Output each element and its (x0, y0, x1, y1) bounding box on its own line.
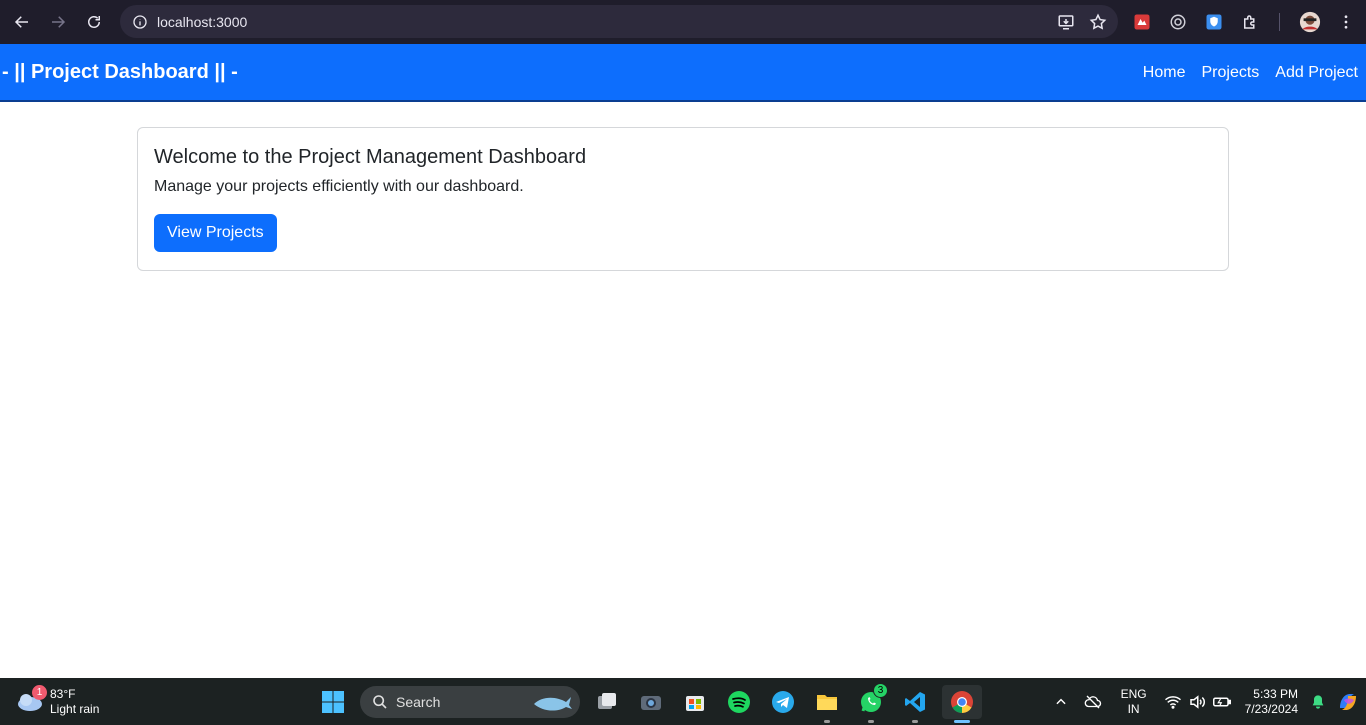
weather-badge: 1 (32, 684, 47, 700)
spotify-icon[interactable] (722, 685, 756, 719)
taskbar-search[interactable]: Search (360, 685, 580, 718)
extension-red-icon[interactable] (1130, 10, 1154, 34)
welcome-card: Welcome to the Project Management Dashbo… (137, 127, 1229, 271)
language-indicator[interactable]: ENG IN (1121, 687, 1147, 717)
whatsapp-icon[interactable]: 3 (854, 682, 888, 723)
system-clock[interactable]: 5:33 PM 7/23/2024 (1245, 687, 1298, 717)
url-text[interactable]: localhost:3000 (157, 14, 247, 30)
weather-widget[interactable]: 1 83°F Light rain (16, 678, 99, 725)
back-icon[interactable] (4, 4, 40, 40)
clock-time: 5:33 PM (1253, 686, 1298, 701)
nav-link-home[interactable]: Home (1143, 64, 1186, 82)
chevron-up-icon[interactable] (1047, 695, 1075, 709)
bookmark-star-icon[interactable] (1086, 10, 1110, 34)
running-indicator (868, 719, 874, 723)
search-highlight-icon (534, 696, 572, 711)
view-projects-button[interactable]: View Projects (154, 214, 277, 252)
forward-icon[interactable] (40, 4, 76, 40)
volume-icon[interactable] (1185, 693, 1209, 711)
reload-icon[interactable] (76, 4, 112, 40)
install-app-icon[interactable] (1054, 10, 1078, 34)
copilot-icon[interactable] (1330, 690, 1366, 714)
browser-menu-icon[interactable] (1334, 10, 1358, 34)
extension-target-icon[interactable] (1166, 10, 1190, 34)
running-indicator (824, 719, 830, 723)
language-secondary: IN (1127, 701, 1140, 716)
whatsapp-badge: 3 (873, 682, 888, 698)
extensions-puzzle-icon[interactable] (1238, 10, 1262, 34)
notification-bell-icon[interactable] (1306, 694, 1330, 710)
active-indicator (954, 719, 970, 723)
nav-link-projects[interactable]: Projects (1201, 64, 1259, 82)
taskbar-search-label: Search (396, 693, 441, 710)
navbar-brand[interactable]: - || Project Dashboard || - (2, 61, 238, 84)
telegram-icon[interactable] (766, 685, 800, 719)
clock-date: 7/23/2024 (1244, 701, 1298, 716)
camera-app-icon[interactable] (634, 685, 668, 719)
task-view-icon[interactable] (590, 685, 624, 719)
file-explorer-icon[interactable] (810, 685, 844, 723)
language-primary: ENG (1120, 686, 1147, 701)
address-bar[interactable]: localhost:3000 (120, 5, 1118, 38)
onedrive-offline-icon[interactable] (1075, 693, 1111, 711)
weather-cloud-icon: 1 (16, 684, 47, 713)
vscode-icon[interactable] (898, 685, 932, 723)
windows-start-icon[interactable] (316, 685, 350, 719)
profile-avatar[interactable] (1298, 10, 1322, 34)
running-indicator (912, 719, 918, 723)
chrome-icon[interactable] (942, 684, 982, 723)
extension-shield-icon[interactable] (1202, 10, 1226, 34)
browser-toolbar: localhost:3000 (0, 0, 1366, 44)
nav-links: Home Projects Add Project (1143, 44, 1358, 102)
toolbar-divider (1274, 10, 1286, 34)
search-icon (373, 694, 387, 709)
battery-icon[interactable] (1209, 693, 1235, 711)
weather-desc: Light rain (50, 701, 100, 716)
weather-temp: 83°F (50, 686, 76, 701)
card-text: Manage your projects efficiently with ou… (154, 178, 524, 195)
app-navbar: - || Project Dashboard || - Home Project… (0, 44, 1366, 102)
card-title: Welcome to the Project Management Dashbo… (154, 146, 587, 168)
site-info-icon[interactable] (124, 14, 156, 30)
nav-link-add-project[interactable]: Add Project (1275, 64, 1358, 82)
os-taskbar: 1 83°F Light rain Search 3 ENG IN 5:33 P… (0, 678, 1366, 725)
wifi-icon[interactable] (1161, 693, 1185, 711)
microsoft-store-icon[interactable] (678, 685, 712, 719)
